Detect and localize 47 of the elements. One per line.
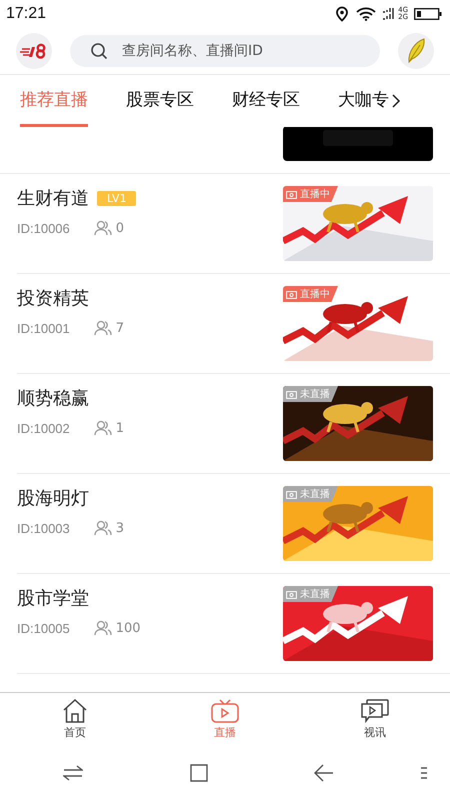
logo-icon[interactable] [16, 33, 52, 69]
room-name: 投资精英 [17, 287, 89, 310]
room-name: 顺势稳赢 [17, 387, 89, 410]
people-icon [94, 320, 112, 336]
nav-tab[interactable]: 首页 [0, 693, 150, 745]
back-icon[interactable] [314, 764, 334, 782]
live-status-badge: 未直播 [283, 486, 338, 502]
menu-icon[interactable] [420, 766, 427, 780]
live-status-badge: 直播中 [283, 286, 338, 302]
viewer-count: 3 [116, 520, 124, 536]
people-icon [94, 520, 112, 536]
room-name: 生财有道 [17, 187, 89, 210]
live-status-badge: 未直播 [283, 386, 338, 402]
category-tab[interactable]: 大咖专 [338, 75, 389, 127]
room-id: ID:10005 [17, 620, 70, 636]
location-icon [334, 6, 350, 22]
signal-icon [382, 7, 396, 21]
live-status-badge: 未直播 [283, 586, 338, 602]
viewer-count: 0 [116, 220, 124, 236]
home-square-icon[interactable] [190, 764, 208, 782]
room-id: ID:10006 [17, 220, 70, 236]
people-icon [94, 620, 112, 636]
category-tab[interactable]: 财经专区 [232, 75, 300, 127]
live-status-badge: 直播中 [283, 186, 338, 202]
viewer-count: 100 [116, 620, 141, 636]
room-name: 股海明灯 [17, 487, 89, 510]
feather-icon[interactable] [398, 33, 434, 69]
tv-icon [211, 698, 239, 722]
category-tab[interactable]: 股票专区 [126, 75, 194, 127]
battery-icon [414, 8, 442, 20]
home-icon [62, 698, 88, 722]
level-badge: LV1 [97, 190, 136, 206]
search-field[interactable]: 查房间名称、直播间ID [70, 35, 380, 67]
people-icon [94, 220, 112, 236]
wifi-icon [356, 7, 376, 21]
status-time: 17:21 [6, 5, 46, 23]
room-id: ID:10002 [17, 420, 70, 436]
nav-tab[interactable]: 视讯 [300, 693, 450, 745]
viewer-count: 7 [116, 320, 124, 336]
video-chat-icon [361, 698, 389, 722]
viewer-count: 1 [116, 420, 124, 436]
chevron-right-icon[interactable] [391, 94, 401, 108]
people-icon [94, 420, 112, 436]
switch-apps-icon[interactable] [63, 764, 84, 780]
room-id: ID:10003 [17, 520, 70, 536]
room-id: ID:10001 [17, 320, 70, 336]
room-name: 股市学堂 [17, 587, 89, 610]
